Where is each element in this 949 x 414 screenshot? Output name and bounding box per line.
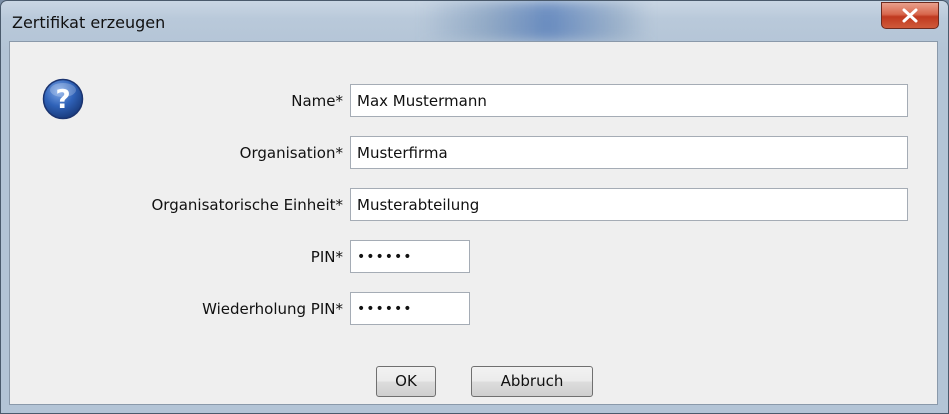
dialog-window: Zertifikat erzeugen ? Name* Organisation bbox=[0, 0, 949, 414]
pin-label: PIN* bbox=[310, 248, 343, 266]
window-title: Zertifikat erzeugen bbox=[12, 13, 166, 32]
pin-repeat-input[interactable] bbox=[350, 292, 470, 325]
organisation-label: Organisation* bbox=[239, 144, 343, 162]
question-icon: ? bbox=[42, 78, 84, 120]
close-button[interactable] bbox=[881, 2, 939, 29]
dialog-content: ? Name* Organisation* Organisatorische E… bbox=[9, 41, 938, 405]
pin-input[interactable] bbox=[350, 240, 470, 273]
title-bar[interactable]: Zertifikat erzeugen bbox=[1, 1, 948, 41]
pin-repeat-label: Wiederholung PIN* bbox=[202, 300, 343, 318]
close-icon bbox=[902, 8, 918, 23]
unit-label: Organisatorische Einheit* bbox=[151, 196, 344, 214]
ok-button[interactable]: OK bbox=[376, 366, 436, 397]
name-label: Name* bbox=[291, 92, 343, 110]
cancel-button[interactable]: Abbruch bbox=[471, 366, 593, 397]
organisation-input[interactable] bbox=[350, 136, 908, 169]
unit-input[interactable] bbox=[350, 188, 908, 221]
svg-text:?: ? bbox=[55, 85, 70, 115]
name-input[interactable] bbox=[350, 84, 908, 117]
